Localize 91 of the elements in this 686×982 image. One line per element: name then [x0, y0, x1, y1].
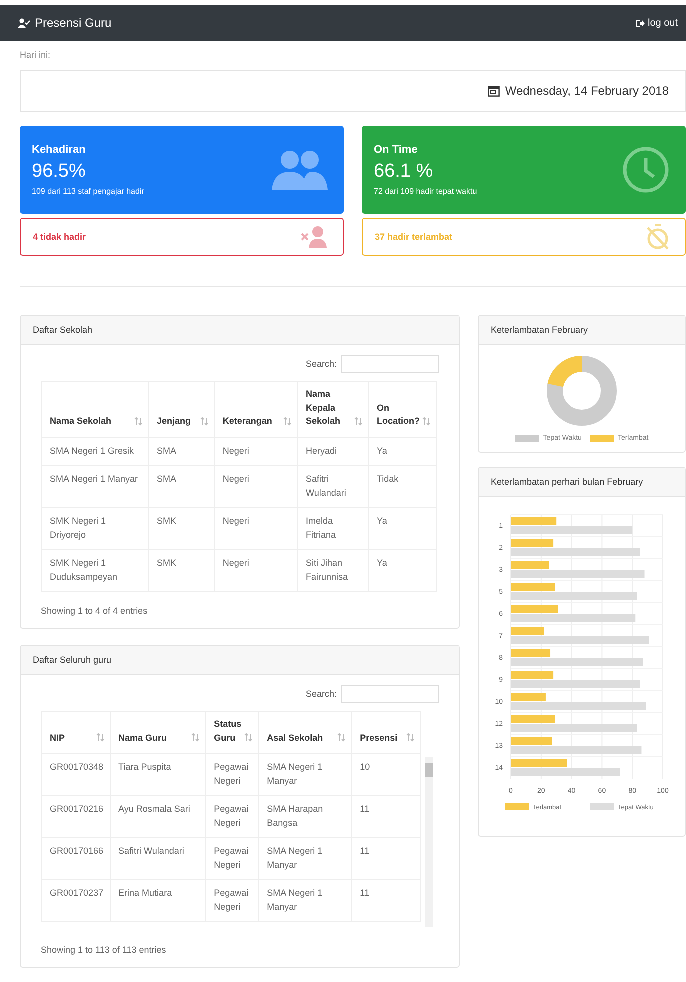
logout-link[interactable]: log out: [636, 18, 678, 28]
table-cell: Pegawai Negeri: [206, 796, 259, 838]
table-cell: Pegawai Negeri: [206, 838, 259, 880]
table-cell: SMA: [148, 466, 214, 508]
table-cell: Ya: [368, 437, 436, 466]
sort-icon[interactable]: [245, 733, 252, 742]
column-header[interactable]: Presensi: [352, 712, 420, 754]
calendar-icon: [488, 85, 500, 97]
table-cell: Ya: [368, 550, 436, 592]
table-cell: SMA Negeri 1 Gresik: [42, 437, 148, 466]
sort-icon[interactable]: [338, 733, 346, 742]
table-cell: SMA Negeri 1 Manyar: [258, 838, 352, 880]
column-header[interactable]: Jenjang: [148, 382, 214, 437]
table-cell: Pegawai Negeri: [206, 880, 259, 922]
stat-value: 66.1 %: [374, 161, 434, 183]
table-cell: SMA Negeri 1 Manyar: [42, 466, 148, 508]
alert-text: 4 tidak hadir: [33, 232, 86, 242]
table-cell: Ayu Rosmala Sari: [110, 796, 206, 838]
search-field[interactable]: [341, 355, 439, 373]
table-cell: Imelda Fitriana: [298, 508, 368, 550]
table-cell: Siti Jihan Fairunnisa: [298, 550, 368, 592]
today-label: Hari ini:: [20, 49, 52, 62]
table-cell: Heryadi: [298, 437, 368, 466]
column-header[interactable]: Keterangan: [214, 382, 298, 437]
table-cell: Negeri: [214, 437, 298, 466]
column-header[interactable]: Asal Sekolah: [258, 712, 352, 754]
app-title: Presensi Guru: [35, 16, 112, 30]
table-cell: 11: [352, 796, 420, 838]
entries-info: Showing 1 to 113 of 113 entries: [41, 945, 168, 955]
user-x-icon: [301, 226, 327, 248]
sort-icon[interactable]: [355, 416, 362, 426]
column-header[interactable]: Nama Sekolah: [42, 382, 148, 437]
table-cell: 11: [352, 880, 420, 922]
sort-icon[interactable]: [284, 416, 291, 426]
table-cell: 11: [352, 838, 420, 880]
logout-icon: [636, 18, 645, 28]
sort-icon[interactable]: [407, 733, 414, 742]
column-header[interactable]: NIP: [42, 712, 110, 754]
table-cell: Pegawai Negeri: [206, 754, 259, 796]
search-field[interactable]: [341, 685, 439, 703]
scrollbar[interactable]: [425, 757, 433, 927]
table-cell: GR00170348: [42, 754, 110, 796]
panel-title: Keterlambatan perhari bulan February: [491, 477, 644, 487]
column-header[interactable]: On Location?: [368, 382, 436, 437]
panel-title: Daftar Seluruh guru: [33, 655, 112, 665]
table-cell: Erina Mutiara: [110, 880, 206, 922]
table-cell: SMK Negeri 1 Duduksampeyan: [42, 550, 148, 592]
search-label: Search:: [306, 689, 337, 699]
stat-caption: 72 dari 109 hadir tepat waktu: [374, 187, 478, 196]
clock-icon: [622, 146, 670, 194]
donut-chart-drawing: [546, 355, 618, 427]
column-header[interactable]: Nama Kepala Sekolah: [298, 382, 368, 437]
table-cell: Safitri Wulandari: [298, 466, 368, 508]
table-cell: GR00170166: [42, 838, 110, 880]
sort-icon[interactable]: [423, 416, 430, 426]
stat-caption: 109 dari 113 staf pengajar hadir: [32, 187, 144, 196]
table-cell: Safitri Wulandari: [110, 838, 206, 880]
table-cell: SMK: [148, 508, 214, 550]
table-cell: 10: [352, 754, 420, 796]
table-cell: SMA: [148, 437, 214, 466]
sort-icon[interactable]: [135, 416, 142, 426]
table-cell: SMA Negeri 1 Manyar: [258, 880, 352, 922]
people-icon: [272, 150, 328, 190]
table-cell: Negeri: [214, 508, 298, 550]
column-header[interactable]: Status Guru: [206, 712, 259, 754]
stat-value: 96.5%: [32, 161, 87, 183]
user-check-icon: [18, 18, 30, 28]
table-cell: SMA Harapan Bangsa: [258, 796, 352, 838]
panel-title: Keterlambatan February: [491, 325, 588, 335]
table-cell: Tiara Puspita: [110, 754, 206, 796]
table-cell: SMK: [148, 550, 214, 592]
sort-icon[interactable]: [96, 733, 104, 742]
table-cell: Negeri: [214, 466, 298, 508]
panel-title: Daftar Sekolah: [33, 325, 93, 335]
sort-icon[interactable]: [200, 416, 208, 426]
search-label: Search:: [306, 359, 337, 369]
date-text: Wednesday, 14 February 2018: [505, 84, 669, 98]
table-cell: SMK Negeri 1 Driyorejo: [42, 508, 148, 550]
stat-title: On Time: [374, 144, 419, 156]
table-cell: Ya: [368, 508, 436, 550]
table-cell: GR00170216: [42, 796, 110, 838]
entries-info: Showing 1 to 4 of 4 entries: [41, 606, 149, 616]
table-cell: Negeri: [214, 550, 298, 592]
column-header[interactable]: Nama Guru: [110, 712, 206, 754]
stopwatch-off-icon: [647, 224, 669, 250]
stat-title: Kehadiran: [32, 144, 87, 156]
table-cell: SMA Negeri 1 Manyar: [258, 754, 352, 796]
table-cell: Tidak: [368, 466, 436, 508]
sort-icon[interactable]: [192, 733, 200, 742]
alert-text: 37 hadir terlambat: [375, 232, 453, 242]
table-cell: GR00170237: [42, 880, 110, 922]
